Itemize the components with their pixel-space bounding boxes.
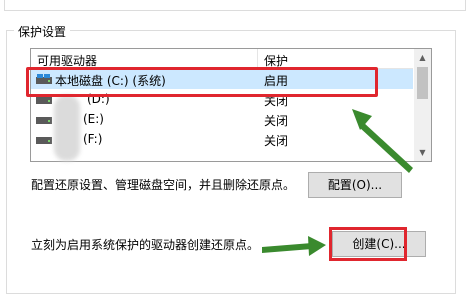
- annotation-arrows: [262, 109, 413, 256]
- arrow-to-c-drive-icon: [352, 109, 413, 173]
- arrow-to-create-icon: [262, 236, 326, 256]
